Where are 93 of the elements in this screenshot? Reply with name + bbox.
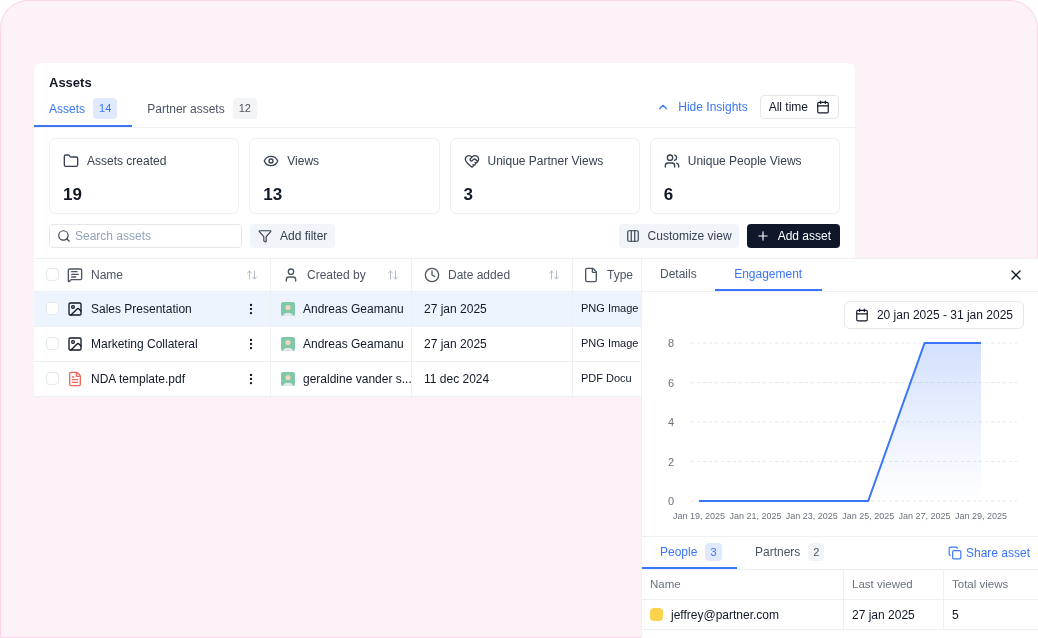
total-views-cell-text: 5 — [952, 606, 959, 624]
stat-value: 13 — [263, 183, 284, 206]
tab[interactable]: Engagement — [714, 259, 822, 291]
avatar-icon — [281, 371, 295, 386]
x-tick-label: Jan 21, 2025 — [729, 511, 782, 521]
stat-value: 19 — [63, 183, 83, 206]
count-badge: 12 — [232, 98, 257, 119]
search-icon — [57, 228, 71, 243]
copy-icon — [947, 546, 962, 560]
column-header[interactable]: Type — [573, 258, 641, 291]
stat-value: 6 — [663, 183, 675, 206]
sort-icon[interactable] — [548, 268, 560, 281]
search-field[interactable]: Search assets — [49, 223, 242, 248]
customize-view-button[interactable]: Customize view — [618, 223, 739, 248]
date-cell-text: 27 jan 2025 — [424, 335, 487, 353]
tab[interactable]: Assets 14 — [34, 92, 133, 127]
people-icon — [663, 152, 680, 169]
column-label: Name — [650, 576, 681, 592]
row-checkbox[interactable] — [46, 337, 59, 350]
add-asset-button[interactable]: Add asset — [746, 223, 840, 248]
x-tick-label: Jan 19, 2025 — [673, 511, 725, 521]
period-button[interactable]: All time — [759, 94, 839, 119]
type-cell-text: PNG Image — [581, 301, 639, 317]
x-tick-label: Jan 23, 2025 — [785, 511, 838, 521]
row-checkbox[interactable] — [46, 372, 59, 385]
column-label: Total views — [952, 576, 1009, 592]
image-icon — [67, 335, 83, 352]
calendar-icon — [854, 308, 869, 322]
stat-value: 3 — [463, 183, 474, 206]
type-cell-text: PDF Docu — [581, 371, 632, 387]
y-tick-label: 0 — [667, 495, 674, 507]
add-filter-button[interactable]: Add filter — [250, 223, 336, 248]
x-tick-label: Jan 29, 2025 — [955, 511, 1007, 521]
count-badge: 2 — [808, 542, 825, 562]
label-icon — [67, 266, 83, 283]
hide-insights-link[interactable]: Hide Insights — [656, 97, 748, 116]
x-tick-label: Jan 27, 2025 — [898, 511, 951, 521]
date-range-button[interactable]: 20 jan 2025 - 31 jan 2025 — [843, 301, 1024, 329]
creator-name: geraldine vander s... — [303, 370, 412, 388]
tab[interactable]: Partner assets 12 — [132, 92, 272, 127]
columns-icon — [625, 228, 640, 243]
x-tick-label: Jan 25, 2025 — [842, 511, 895, 521]
count-badge: 3 — [705, 542, 722, 562]
header-checkbox[interactable] — [46, 268, 59, 281]
creator-name: Andreas Geamanu — [303, 300, 404, 318]
sort-icon[interactable] — [246, 268, 258, 281]
last-viewed-cell-text: 27 jan 2025 — [852, 606, 915, 624]
folder-icon — [63, 152, 79, 169]
pdf-icon — [67, 370, 83, 387]
y-tick-label: 2 — [667, 455, 674, 468]
file-icon — [583, 266, 599, 283]
column-label: Created by — [307, 266, 366, 284]
tab[interactable]: Partners 2 — [737, 537, 843, 569]
date-cell-text: 11 dec 2024 — [424, 370, 490, 388]
column-header[interactable]: Date added — [412, 258, 573, 291]
table-row[interactable]: Marketing Collateral Andreas Geamanu 27 jan 2025 PNG Image — [34, 326, 641, 362]
column-label: Date added — [448, 266, 511, 284]
share-asset-link[interactable]: Share asset — [947, 544, 1030, 562]
viewer-email: jeffrey@partner.com — [671, 606, 779, 624]
avatar-icon — [281, 301, 295, 316]
tab[interactable]: People 3 — [642, 537, 737, 569]
y-tick-label: 4 — [667, 416, 674, 428]
creator-name: Andreas Geamanu — [303, 335, 404, 353]
stat-label: Unique Partner Views — [487, 152, 604, 170]
y-tick-label: 6 — [667, 376, 674, 389]
person-icon — [283, 266, 299, 283]
tab[interactable]: Details — [642, 259, 715, 291]
clock-icon — [424, 266, 440, 283]
filter-icon — [258, 228, 272, 243]
stat-label: Assets created — [87, 152, 167, 170]
card-title: Assets — [49, 74, 93, 92]
type-cell-text: PNG Image — [581, 336, 639, 352]
column-header[interactable]: Name — [34, 258, 271, 291]
row-checkbox[interactable] — [46, 302, 59, 315]
sort-icon[interactable] — [387, 268, 399, 281]
asset-name: NDA template.pdf — [91, 370, 186, 388]
avatar-icon — [281, 336, 295, 351]
y-tick-label: 8 — [667, 337, 674, 349]
asset-name: Marketing Collateral — [91, 335, 198, 353]
table-row[interactable]: Sales Presentation Andreas Geamanu 27 jan 2025 PNG Image — [34, 291, 641, 327]
date-cell-text: 27 jan 2025 — [424, 300, 487, 318]
column-label: Name — [91, 266, 123, 284]
column-header[interactable]: Created by — [271, 258, 412, 291]
column-label: Type — [607, 266, 633, 284]
plus-icon — [755, 228, 770, 243]
count-badge: 14 — [93, 98, 118, 119]
image-icon — [67, 300, 83, 317]
column-label: Last viewed — [852, 576, 913, 592]
stat-label: Views — [287, 152, 320, 170]
stat-label: Unique People Views — [687, 152, 802, 170]
table-row[interactable]: NDA template.pdf geraldine vander s... 11 dec 2024 PDF Docu — [34, 361, 641, 397]
asset-name: Sales Presentation — [91, 300, 192, 318]
calendar-icon — [816, 99, 830, 114]
